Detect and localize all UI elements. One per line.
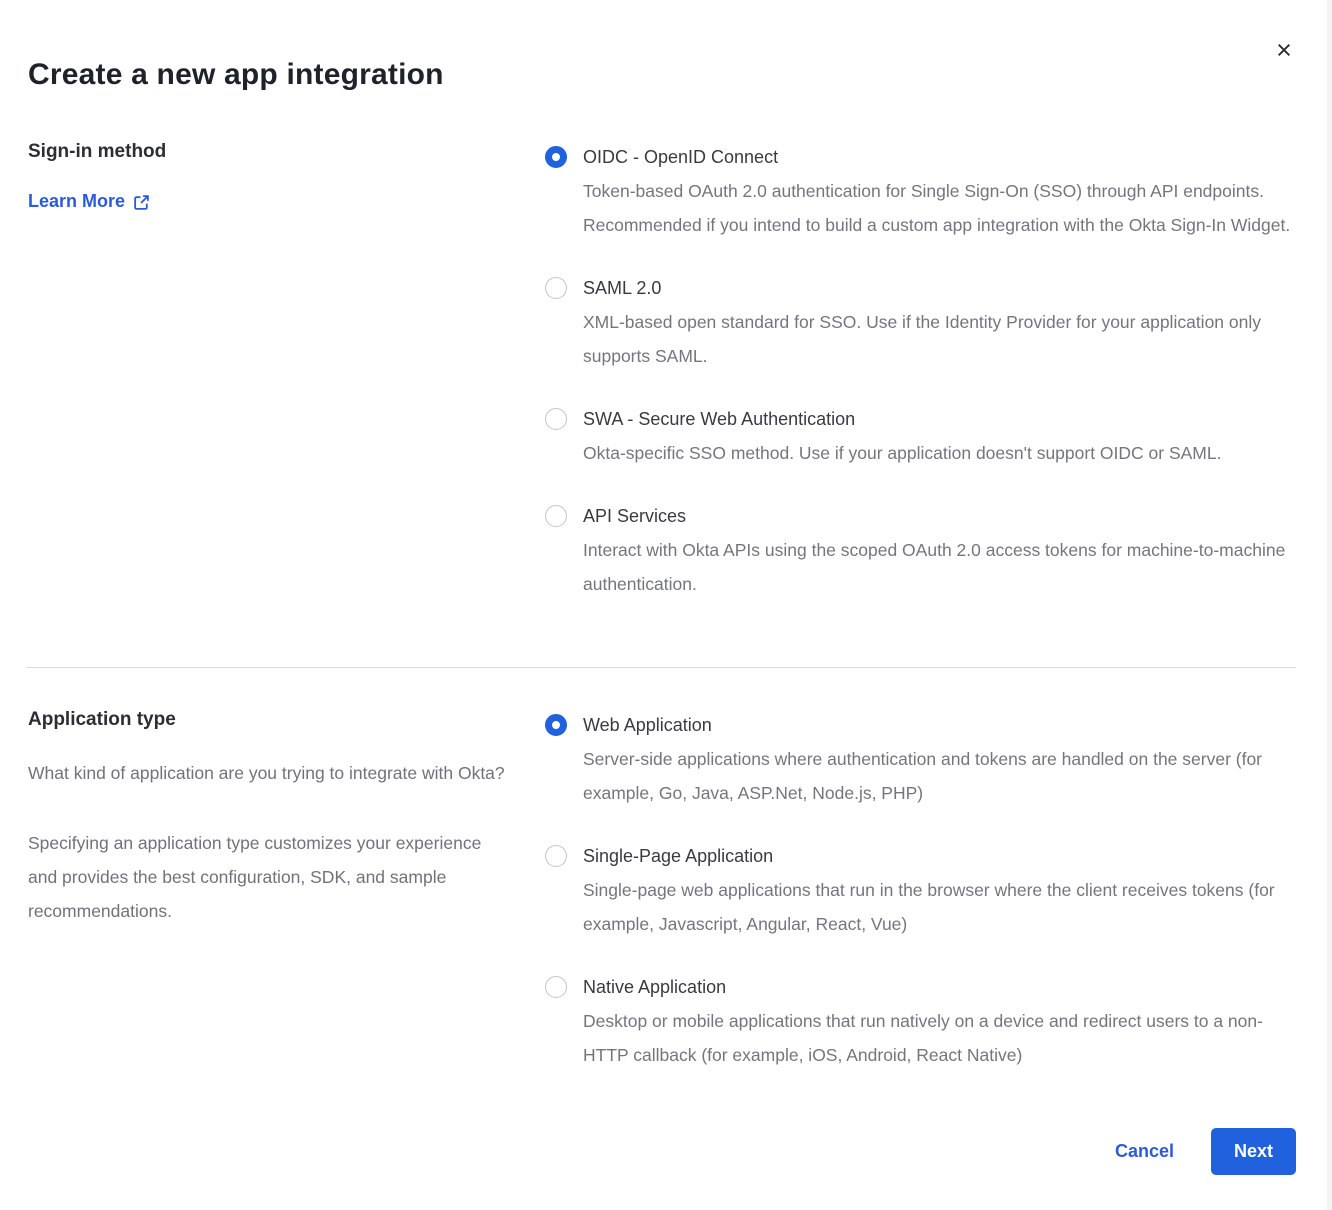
create-app-integration-dialog: × Create a new app integration Sign-in m… bbox=[0, 0, 1332, 1210]
section-divider bbox=[26, 667, 1296, 668]
radio-option-api-services[interactable]: API Services Interact with Okta APIs usi… bbox=[545, 499, 1296, 601]
external-link-icon bbox=[133, 192, 150, 211]
application-type-question: What kind of application are you trying … bbox=[28, 756, 505, 790]
application-type-options: Web Application Server-side applications… bbox=[545, 708, 1296, 1072]
radio-option-description: Desktop or mobile applications that run … bbox=[583, 1004, 1296, 1072]
radio-option-description: XML-based open standard for SSO. Use if … bbox=[583, 305, 1296, 373]
radio-button-icon[interactable] bbox=[545, 146, 567, 168]
radio-option-description: Server-side applications where authentic… bbox=[583, 742, 1296, 810]
radio-option-oidc[interactable]: OIDC - OpenID Connect Token-based OAuth … bbox=[545, 140, 1296, 242]
radio-button-icon[interactable] bbox=[545, 976, 567, 998]
dialog-footer: Cancel Next bbox=[28, 1128, 1296, 1175]
signin-method-left-column: Sign-in method Learn More bbox=[28, 140, 545, 212]
radio-option-single-page-application[interactable]: Single-Page Application Single-page web … bbox=[545, 839, 1296, 941]
cancel-button[interactable]: Cancel bbox=[1115, 1141, 1174, 1162]
radio-option-label: API Services bbox=[583, 499, 1296, 533]
learn-more-label: Learn More bbox=[28, 191, 125, 212]
radio-option-label: SWA - Secure Web Authentication bbox=[583, 402, 1221, 436]
radio-option-description: Interact with Okta APIs using the scoped… bbox=[583, 533, 1296, 601]
radio-button-icon[interactable] bbox=[545, 845, 567, 867]
application-type-left-column: Application type What kind of applicatio… bbox=[28, 708, 545, 928]
radio-option-label: Native Application bbox=[583, 970, 1296, 1004]
radio-option-label: Single-Page Application bbox=[583, 839, 1296, 873]
radio-option-saml[interactable]: SAML 2.0 XML-based open standard for SSO… bbox=[545, 271, 1296, 373]
application-type-explanation: Specifying an application type customize… bbox=[28, 826, 505, 928]
page-title: Create a new app integration bbox=[28, 58, 1296, 92]
radio-option-label: OIDC - OpenID Connect bbox=[583, 140, 1296, 174]
signin-method-section: Sign-in method Learn More OIDC - OpenID … bbox=[28, 140, 1296, 601]
radio-option-label: SAML 2.0 bbox=[583, 271, 1296, 305]
application-type-heading: Application type bbox=[28, 708, 505, 732]
signin-method-heading: Sign-in method bbox=[28, 140, 505, 164]
radio-option-swa[interactable]: SWA - Secure Web Authentication Okta-spe… bbox=[545, 402, 1296, 470]
radio-option-description: Okta-specific SSO method. Use if your ap… bbox=[583, 436, 1221, 470]
radio-button-icon[interactable] bbox=[545, 714, 567, 736]
radio-option-description: Token-based OAuth 2.0 authentication for… bbox=[583, 174, 1296, 242]
radio-button-icon[interactable] bbox=[545, 277, 567, 299]
next-button[interactable]: Next bbox=[1211, 1128, 1296, 1175]
radio-option-native-application[interactable]: Native Application Desktop or mobile app… bbox=[545, 970, 1296, 1072]
close-icon[interactable]: × bbox=[1268, 34, 1300, 66]
learn-more-link[interactable]: Learn More bbox=[28, 191, 150, 212]
application-type-section: Application type What kind of applicatio… bbox=[28, 708, 1296, 1072]
radio-button-icon[interactable] bbox=[545, 505, 567, 527]
radio-option-description: Single-page web applications that run in… bbox=[583, 873, 1296, 941]
radio-button-icon[interactable] bbox=[545, 408, 567, 430]
signin-method-options: OIDC - OpenID Connect Token-based OAuth … bbox=[545, 140, 1296, 601]
radio-option-web-application[interactable]: Web Application Server-side applications… bbox=[545, 708, 1296, 810]
radio-option-label: Web Application bbox=[583, 708, 1296, 742]
